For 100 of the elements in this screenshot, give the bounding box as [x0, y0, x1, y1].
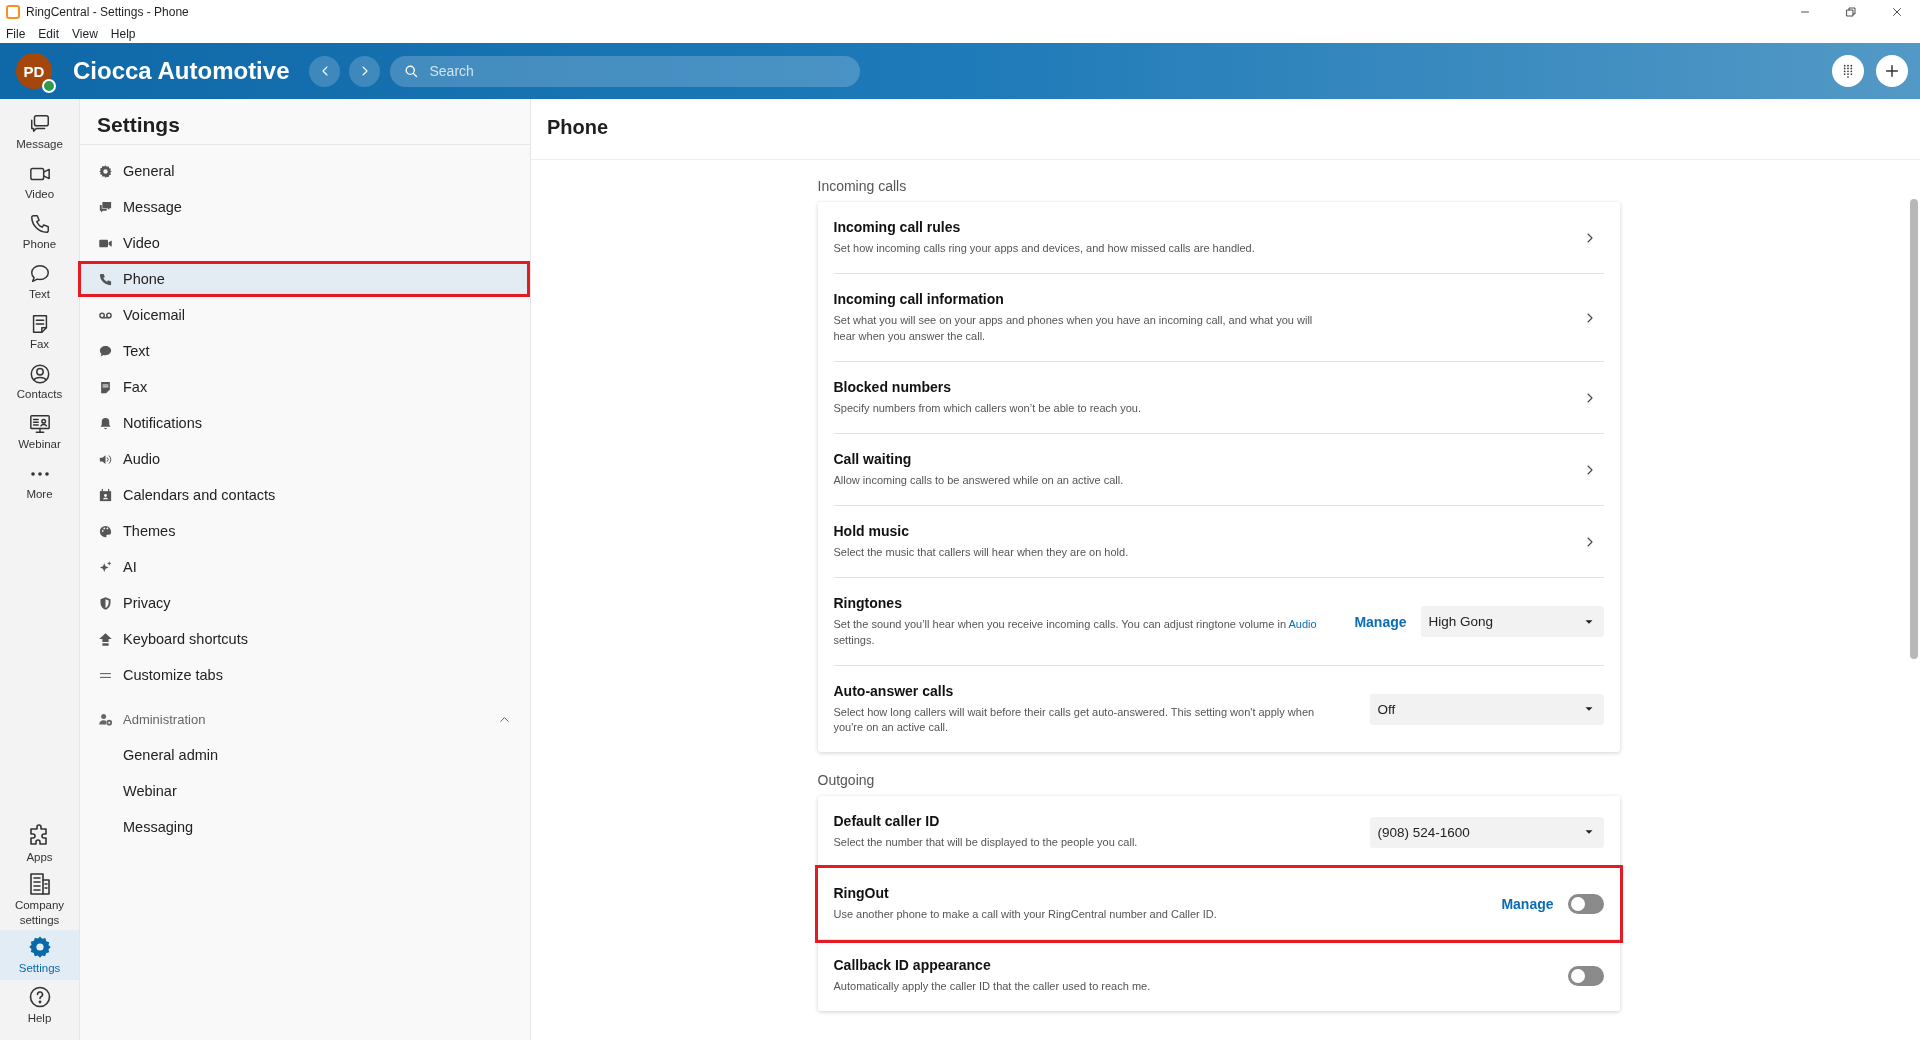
nav-rail-item[interactable]: More — [0, 457, 79, 507]
chat-bubbles-icon — [98, 199, 113, 215]
dropdown[interactable]: (908) 524-1600 — [1369, 816, 1604, 848]
menu-item[interactable]: File — [6, 26, 26, 41]
setting-title: Hold music — [833, 522, 910, 539]
settings-nav-item[interactable]: Fax — [80, 369, 530, 405]
section-heading: Outgoing — [817, 772, 876, 789]
restore-icon — [1845, 6, 1857, 18]
setting-title: Incoming call information — [833, 290, 1005, 307]
setting-description: Set how incoming calls ring your apps and devices, and how missed calls are handled. — [833, 241, 1256, 256]
presentation-screen-icon — [28, 412, 51, 435]
page-title: Phone — [531, 99, 1920, 160]
admin-person-gear-icon — [98, 711, 113, 727]
setting-description: Use another phone to make a call with your RingCentral number and Caller ID. — [833, 907, 1218, 923]
menu-item[interactable]: Help — [110, 26, 136, 41]
building-document-icon — [27, 872, 52, 897]
nav-rail-item[interactable]: Webinar — [0, 407, 79, 457]
status-check-icon — [42, 79, 56, 93]
back-button[interactable] — [309, 55, 341, 87]
setting-title: Default caller ID — [833, 813, 941, 830]
nav-rail-item[interactable]: Phone — [0, 207, 79, 257]
toggle-switch[interactable] — [1567, 894, 1604, 915]
nav-rail-item[interactable]: Settings — [0, 930, 79, 980]
nav-rail-item[interactable]: Apps — [0, 819, 79, 870]
forward-button[interactable] — [349, 55, 381, 87]
settings-nav-item[interactable]: Themes — [80, 513, 530, 549]
fax-document-icon — [98, 379, 113, 395]
bell-icon — [98, 415, 113, 431]
chat-bubbles-icon — [28, 112, 51, 135]
more-dots-icon — [30, 471, 49, 476]
nav-rail-item[interactable]: Video — [0, 157, 79, 207]
settings-nav-item[interactable]: Audio — [80, 441, 530, 477]
organization-name: Ciocca Automotive — [73, 57, 290, 85]
toggle-switch[interactable] — [1567, 966, 1604, 987]
manage-link[interactable]: Manage — [1501, 896, 1554, 913]
nav-rail-item[interactable]: Contacts — [0, 357, 79, 407]
settings-nav-item[interactable]: Message — [80, 189, 530, 225]
settings-nav-item[interactable]: Phone — [78, 261, 530, 297]
setting-title: Call waiting — [833, 450, 913, 467]
calendar-contact-icon — [98, 487, 113, 503]
setting-title: RingOut — [833, 885, 890, 902]
help-icon — [27, 984, 52, 1009]
settings-nav-item[interactable]: Calendars and contacts — [80, 477, 530, 513]
setting-description: Set what you will see on your apps and phones when you have an incoming call, and what you will hear when you answer the call. — [833, 312, 1314, 344]
setting-description: Select the number that will be displayed to the people you call. — [833, 835, 1139, 851]
settings-nav-item[interactable]: Video — [80, 225, 530, 261]
shield-icon — [98, 595, 113, 611]
phone-icon — [28, 212, 51, 235]
setting-description: Automatically apply the caller ID that the caller used to reach me. — [833, 979, 1152, 995]
setting-description: Set the sound you’ll hear when you receive incoming calls. You can adjust ringtone volume in Audio settings. — [833, 616, 1318, 648]
speech-bubble-icon — [98, 343, 113, 359]
palette-icon — [98, 523, 113, 539]
settings-nav-item[interactable]: AI — [80, 549, 530, 585]
app-logo-icon — [6, 5, 20, 19]
window-title: RingCentral - Settings - Phone — [26, 5, 190, 19]
phone-icon — [98, 271, 113, 287]
up-arrow-key-icon — [98, 631, 113, 647]
setting-title: Blocked numbers — [833, 378, 952, 395]
add-button[interactable] — [1876, 55, 1908, 87]
settings-nav-item[interactable]: Notifications — [80, 405, 530, 441]
dialpad-button[interactable] — [1832, 55, 1864, 87]
speech-bubble-icon — [28, 262, 51, 285]
setting-description: Specify numbers from which callers won’t be able to reach you. — [833, 400, 1143, 416]
gear-icon — [98, 163, 113, 179]
setting-title: Callback ID appearance — [833, 957, 992, 974]
nav-rail-item[interactable]: Help — [0, 980, 79, 1030]
plus-icon — [1884, 63, 1900, 79]
settings-nav-item[interactable]: Messaging — [80, 809, 530, 845]
section-heading: Incoming calls — [817, 178, 908, 194]
close-icon — [1891, 6, 1903, 18]
menu-item[interactable]: View — [72, 26, 98, 41]
nav-rail-item[interactable]: Fax — [0, 307, 79, 357]
setting-title: Incoming call rules — [833, 219, 962, 235]
setting-title: Auto-answer calls — [833, 682, 955, 699]
settings-nav-item[interactable]: Keyboard shortcuts — [80, 621, 530, 657]
setting-description: Allow incoming calls to be answered while on an active call. — [833, 472, 1125, 488]
person-circle-icon — [28, 362, 51, 385]
settings-nav-item[interactable]: General admin — [80, 737, 530, 773]
menu-item[interactable]: Edit — [38, 26, 60, 41]
administration-group-header[interactable]: Administration — [80, 701, 530, 737]
settings-nav-item[interactable]: General — [80, 153, 530, 189]
settings-nav-item[interactable]: Customize tabs — [80, 657, 530, 693]
setting-description: Select how long callers will wait before their calls get auto-answered. This setting won't apply when you're on an active call. — [833, 704, 1316, 736]
settings-title: Settings — [80, 99, 530, 145]
dropdown[interactable]: Off — [1369, 693, 1604, 725]
scrollbar-thumb[interactable] — [1910, 199, 1918, 659]
nav-rail-item[interactable]: Text — [0, 257, 79, 307]
search-icon — [404, 63, 420, 79]
nav-rail-item[interactable]: Company settings — [0, 869, 79, 930]
settings-icon — [27, 934, 52, 959]
audio-link[interactable]: Audio — [1288, 617, 1317, 630]
settings-nav-item[interactable]: Text — [80, 333, 530, 369]
settings-nav-item[interactable]: Voicemail — [80, 297, 530, 333]
nav-rail-item[interactable]: Message — [0, 107, 79, 157]
settings-nav-item[interactable]: Privacy — [80, 585, 530, 621]
setting-description: Select the music that callers will hear when they are on hold. — [833, 544, 1130, 560]
manage-link[interactable]: Manage — [1354, 613, 1407, 630]
setting-title: Ringtones — [833, 594, 903, 611]
settings-nav-item[interactable]: Webinar — [80, 773, 530, 809]
dropdown[interactable]: High Gong — [1420, 606, 1604, 638]
